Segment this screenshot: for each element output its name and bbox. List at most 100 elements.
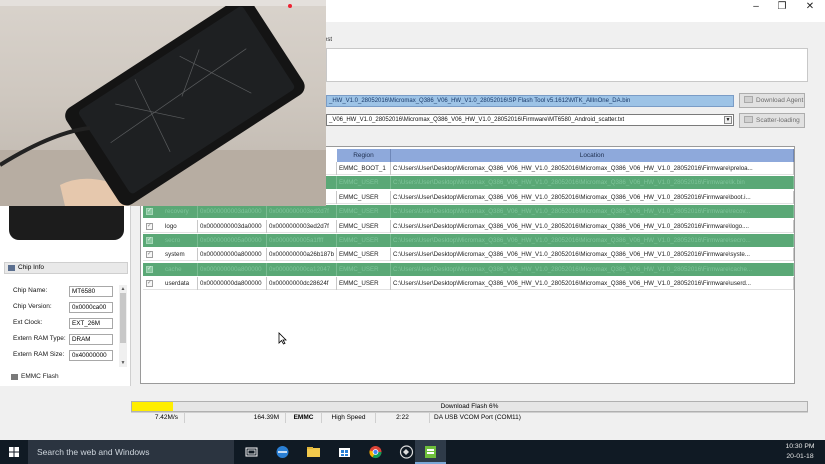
chevron-down-icon[interactable]: ▼ <box>724 116 732 124</box>
status-speed: 7.42M/s <box>131 413 185 423</box>
chip-field-value[interactable]: MT6580 <box>69 286 113 297</box>
scroll-thumb[interactable] <box>120 293 126 343</box>
store-icon[interactable] <box>329 440 360 464</box>
cell-name: system <box>163 248 198 262</box>
row-checkbox[interactable]: ✓ <box>146 222 153 230</box>
flash-tool-icon[interactable] <box>415 440 446 464</box>
cell-end-address: 0x0000000003ed2d7f <box>267 205 337 219</box>
status-storage: EMMC <box>286 413 322 423</box>
cell-begin-address: 0x0000000005a00000 <box>198 234 267 247</box>
edge-icon[interactable] <box>267 440 298 464</box>
cell-end-address: 0x0000000005a1ffff <box>267 234 337 247</box>
row-checkbox[interactable]: ✓ <box>146 251 153 259</box>
table-row[interactable]: ✓ system 0x000000000a800000 0x000000000a26b… <box>143 248 794 262</box>
mouse-cursor-icon <box>278 332 287 345</box>
windows-logo-icon <box>9 447 19 457</box>
download-progress-bar: Download Flash 6% <box>131 401 808 412</box>
maximize-button[interactable]: ❐ <box>767 0 797 16</box>
cell-region: EMMC_USER <box>337 190 391 204</box>
taskbar-search[interactable]: Search the web and Windows <box>28 440 234 464</box>
chip-field-label: Extern RAM Type: <box>13 335 66 342</box>
table-row[interactable]: ✓ secro 0x0000000005a00000 0x0000000005a1ff… <box>143 234 794 247</box>
file-explorer-icon[interactable] <box>298 440 329 464</box>
cell-end-address: 0x000000000ca12047 <box>267 262 337 276</box>
scatter-loading-label: Scatter-loading <box>756 117 800 124</box>
cell-region: EMMC_BOOT_1 <box>337 162 391 175</box>
chip-field-value[interactable]: EXT_26M <box>69 318 113 329</box>
close-button[interactable]: ✕ <box>795 0 825 16</box>
scatter-loading-button[interactable]: Scatter-loading <box>739 113 805 128</box>
scroll-down-icon[interactable]: ▼ <box>119 359 127 367</box>
chip-info-title: Chip Info <box>18 264 45 271</box>
download-agent-path[interactable]: _HW_V1.0_28052016\Micromax_Q386_V06_HW_V… <box>326 95 734 107</box>
cell-begin-address: 0x0000000003da0000 <box>198 219 267 233</box>
cell-region: EMMC_USER <box>337 219 391 233</box>
chip-icon <box>8 265 15 271</box>
start-button[interactable] <box>0 440 28 464</box>
status-mode: High Speed <box>322 413 376 423</box>
cell-location: C:\Users\User\Desktop\Micromax_Q386_V06_… <box>391 234 794 247</box>
emmc-flash-label: EMMC Flash <box>21 373 59 380</box>
chip-field-label: Chip Version: <box>13 303 52 310</box>
cell-end-address: 0x000000000a26b187b <box>267 248 337 262</box>
row-checkbox[interactable]: ✓ <box>146 280 153 288</box>
chip-field-label: Ext Clock: <box>13 319 43 326</box>
folder-icon <box>744 116 753 123</box>
options-panel <box>326 48 808 82</box>
status-time: 2:22 <box>376 413 430 423</box>
cell-begin-address: 0x00000000da800000 <box>198 277 267 291</box>
cell-location: C:\Users\User\Desktop\Micromax_Q386_V06_… <box>391 248 794 262</box>
cell-begin-address: 0x000000000a800000 <box>198 248 267 262</box>
emmc-flash-header[interactable]: EMMC Flash <box>4 371 128 383</box>
status-bar: 7.42M/s 164.39M EMMC High Speed 2:22 DA … <box>131 412 808 423</box>
cell-region: EMMC_USER <box>337 176 391 190</box>
region-column-header[interactable]: Region <box>337 149 391 162</box>
download-agent-button[interactable]: Download Agent <box>739 93 805 108</box>
phone-photo <box>0 0 326 206</box>
folder-icon <box>744 96 753 103</box>
cell-name: secro <box>163 234 198 247</box>
chip-field-value[interactable]: DRAM <box>69 334 113 345</box>
download-agent-label: Download Agent <box>756 97 804 104</box>
scroll-up-icon[interactable]: ▲ <box>119 285 127 293</box>
table-row[interactable]: ✓ cache 0x000000000a800000 0x000000000ca120… <box>143 262 794 276</box>
clock-time: 10:30 PM <box>785 443 815 450</box>
cell-location: C:\Users\User\Desktop\Micromax_Q386_V06_… <box>391 277 794 291</box>
status-port: DA USB VCOM Port (COM11) <box>434 414 521 421</box>
row-checkbox[interactable]: ✓ <box>146 265 153 273</box>
chip-field-label: Chip Name: <box>13 287 48 294</box>
table-row[interactable]: ✓ recovery 0x0000000003da0000 0x0000000003e… <box>143 205 794 219</box>
chip-info-scrollbar[interactable]: ▲ ▼ <box>119 285 127 367</box>
cell-region: EMMC_USER <box>337 262 391 276</box>
chrome-icon[interactable] <box>360 440 391 464</box>
cell-name: logo <box>163 219 198 233</box>
row-checkbox[interactable]: ✓ <box>146 208 153 216</box>
progress-label: Download Flash 6% <box>440 403 499 410</box>
cell-region: EMMC_USER <box>337 277 391 291</box>
cell-location: C:\Users\User\Desktop\Micromax_Q386_V06_… <box>391 219 794 233</box>
cell-region: EMMC_USER <box>337 234 391 247</box>
chip-field-label: Extern RAM Size: <box>13 351 65 358</box>
chip-info-header[interactable]: Chip Info <box>4 262 128 274</box>
system-clock[interactable]: 10:30 PM 20-01-18 <box>780 442 820 462</box>
taskbar: Search the web and Windows 10:30 PM 20-0… <box>0 440 825 464</box>
cell-name: recovery <box>163 205 198 219</box>
clock-date: 20-01-18 <box>786 453 814 460</box>
table-row[interactable]: ✓ logo 0x0000000003da0000 0x0000000003ed2d7… <box>143 219 794 233</box>
table-row[interactable]: ✓ userdata 0x00000000da800000 0x00000000dc2… <box>143 277 794 291</box>
cell-end-address: 0x00000000dc28624f <box>267 277 337 291</box>
cell-location: C:\Users\User\Desktop\Micromax_Q386_V06_… <box>391 205 794 219</box>
chip-field-value[interactable]: 0x40000000 <box>69 350 113 361</box>
scatter-file-combo[interactable]: _V06_HW_V1.0_28052016\Micromax_Q386_V06_… <box>326 114 734 126</box>
phone-photo-graphic <box>0 0 326 206</box>
cell-end-address: 0x0000000003ed2d7f <box>267 219 337 233</box>
cell-region: EMMC_USER <box>337 205 391 219</box>
task-view-icon[interactable] <box>236 440 267 464</box>
device-icon <box>9 206 124 240</box>
scatter-file-path: _V06_HW_V1.0_28052016\Micromax_Q386_V06_… <box>329 117 625 123</box>
chip-field-value[interactable]: 0x0000ca00 <box>69 302 113 313</box>
row-checkbox[interactable]: ✓ <box>146 237 153 244</box>
location-column-header[interactable]: Location <box>391 149 794 162</box>
cell-begin-address: 0x0000000003da0000 <box>198 205 267 219</box>
cell-location: C:\Users\User\Desktop\Micromax_Q386_V06_… <box>391 190 794 204</box>
